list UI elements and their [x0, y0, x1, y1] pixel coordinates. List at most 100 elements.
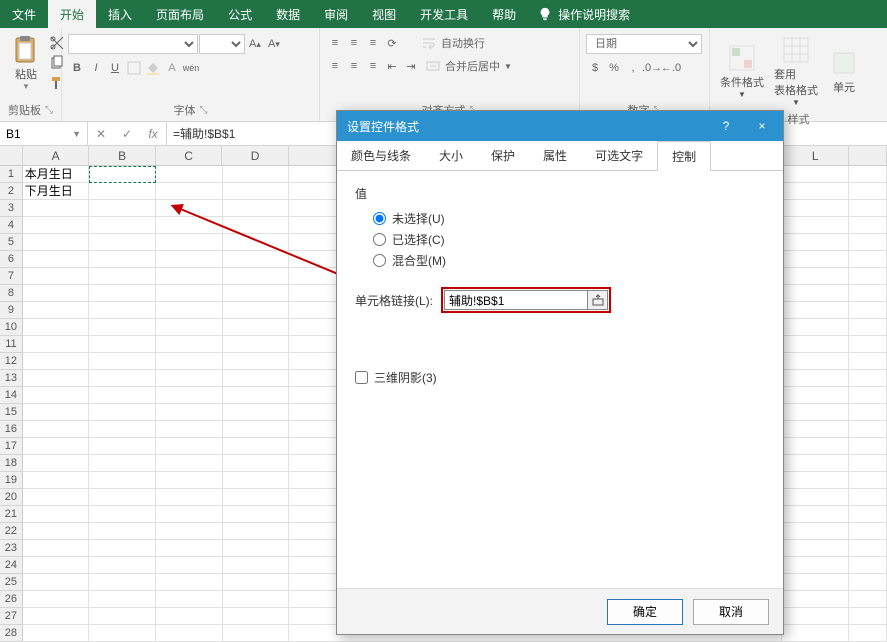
- cell[interactable]: [89, 523, 156, 540]
- radio-selected-input[interactable]: [373, 233, 386, 246]
- cell[interactable]: [223, 557, 290, 574]
- cell[interactable]: [23, 234, 90, 251]
- cell[interactable]: [89, 319, 156, 336]
- row-header[interactable]: 3: [0, 200, 23, 217]
- percent-button[interactable]: %: [605, 59, 623, 77]
- tab-home[interactable]: 开始: [48, 0, 96, 28]
- orientation-button[interactable]: ⟳: [383, 34, 401, 52]
- cell[interactable]: [782, 370, 849, 387]
- cell[interactable]: [849, 404, 887, 421]
- align-middle-button[interactable]: ≡: [345, 34, 363, 52]
- paste-button[interactable]: 粘贴 ▼: [6, 32, 46, 93]
- cell[interactable]: [782, 472, 849, 489]
- row-header[interactable]: 2: [0, 183, 23, 200]
- cell[interactable]: [89, 183, 156, 200]
- cell[interactable]: [223, 166, 290, 183]
- cell[interactable]: [849, 540, 887, 557]
- cell[interactable]: [23, 472, 90, 489]
- cell[interactable]: [89, 455, 156, 472]
- select-all-corner[interactable]: [0, 146, 23, 166]
- cell[interactable]: [156, 404, 223, 421]
- dialog-titlebar[interactable]: 设置控件格式 ? ×: [337, 111, 783, 141]
- cell[interactable]: [782, 438, 849, 455]
- dialog-help-button[interactable]: ?: [709, 113, 743, 139]
- cell[interactable]: [849, 557, 887, 574]
- row-header[interactable]: 27: [0, 608, 23, 625]
- cell[interactable]: [782, 523, 849, 540]
- cell[interactable]: [23, 336, 90, 353]
- row-header[interactable]: 16: [0, 421, 23, 438]
- decrease-decimal-button[interactable]: ←.0: [662, 59, 680, 77]
- cell[interactable]: [782, 387, 849, 404]
- align-top-button[interactable]: ≡: [326, 34, 344, 52]
- increase-decimal-button[interactable]: .0→: [643, 59, 661, 77]
- row-header[interactable]: 28: [0, 625, 23, 642]
- cell[interactable]: [782, 336, 849, 353]
- cell-styles-button[interactable]: 单元: [824, 45, 864, 97]
- cell[interactable]: [156, 234, 223, 251]
- cell[interactable]: [223, 574, 290, 591]
- cell[interactable]: [223, 421, 290, 438]
- cell[interactable]: [156, 455, 223, 472]
- cancel-button[interactable]: 取消: [693, 599, 769, 625]
- cell[interactable]: [89, 438, 156, 455]
- cell[interactable]: [89, 268, 156, 285]
- row-header[interactable]: 22: [0, 523, 23, 540]
- cell[interactable]: [849, 625, 887, 642]
- cell[interactable]: [23, 217, 90, 234]
- radio-mixed[interactable]: 混合型(M): [373, 252, 765, 269]
- cell[interactable]: [223, 387, 290, 404]
- cell[interactable]: [849, 489, 887, 506]
- row-header[interactable]: 11: [0, 336, 23, 353]
- row-header[interactable]: 21: [0, 506, 23, 523]
- cell[interactable]: [849, 336, 887, 353]
- row-header[interactable]: 23: [0, 540, 23, 557]
- tab-view[interactable]: 视图: [360, 0, 408, 28]
- cell[interactable]: [849, 302, 887, 319]
- align-center-button[interactable]: ≡: [345, 57, 363, 75]
- row-header[interactable]: 25: [0, 574, 23, 591]
- cell[interactable]: [156, 523, 223, 540]
- tell-me-search[interactable]: 操作说明搜索: [528, 0, 640, 28]
- cell[interactable]: [156, 285, 223, 302]
- cell[interactable]: [23, 489, 90, 506]
- cell[interactable]: [156, 353, 223, 370]
- tab-file[interactable]: 文件: [0, 0, 48, 28]
- conditional-format-button[interactable]: 条件格式▼: [716, 40, 768, 101]
- cell[interactable]: [782, 183, 849, 200]
- cell[interactable]: [849, 421, 887, 438]
- font-size-select[interactable]: [199, 34, 245, 54]
- cell[interactable]: [89, 353, 156, 370]
- row-header[interactable]: 12: [0, 353, 23, 370]
- cell[interactable]: [89, 489, 156, 506]
- increase-indent-button[interactable]: ⇥: [402, 57, 420, 75]
- cell[interactable]: [849, 523, 887, 540]
- cell[interactable]: [89, 251, 156, 268]
- merge-center-button[interactable]: 合并后居中▼: [421, 57, 516, 75]
- cell[interactable]: [23, 557, 90, 574]
- row-header[interactable]: 17: [0, 438, 23, 455]
- col-header[interactable]: D: [222, 146, 289, 166]
- dialog-close-button[interactable]: ×: [745, 113, 779, 139]
- dlg-tab-control[interactable]: 控制: [657, 141, 711, 171]
- cell[interactable]: [782, 302, 849, 319]
- align-bottom-button[interactable]: ≡: [364, 34, 382, 52]
- cell[interactable]: [782, 421, 849, 438]
- cell[interactable]: [156, 268, 223, 285]
- cell[interactable]: [156, 387, 223, 404]
- row-header[interactable]: 9: [0, 302, 23, 319]
- col-header[interactable]: [849, 146, 887, 166]
- increase-font-button[interactable]: A▴: [246, 35, 264, 53]
- cell[interactable]: [782, 540, 849, 557]
- font-name-select[interactable]: [68, 34, 198, 54]
- cell[interactable]: [782, 574, 849, 591]
- dlg-tab-protect[interactable]: 保护: [477, 141, 529, 170]
- cell[interactable]: [849, 251, 887, 268]
- bold-button[interactable]: B: [68, 59, 86, 77]
- row-header[interactable]: 14: [0, 387, 23, 404]
- align-right-button[interactable]: ≡: [364, 57, 382, 75]
- cell[interactable]: [849, 268, 887, 285]
- cell[interactable]: [156, 217, 223, 234]
- clipboard-launcher[interactable]: ⤡: [45, 105, 53, 116]
- cell[interactable]: [156, 200, 223, 217]
